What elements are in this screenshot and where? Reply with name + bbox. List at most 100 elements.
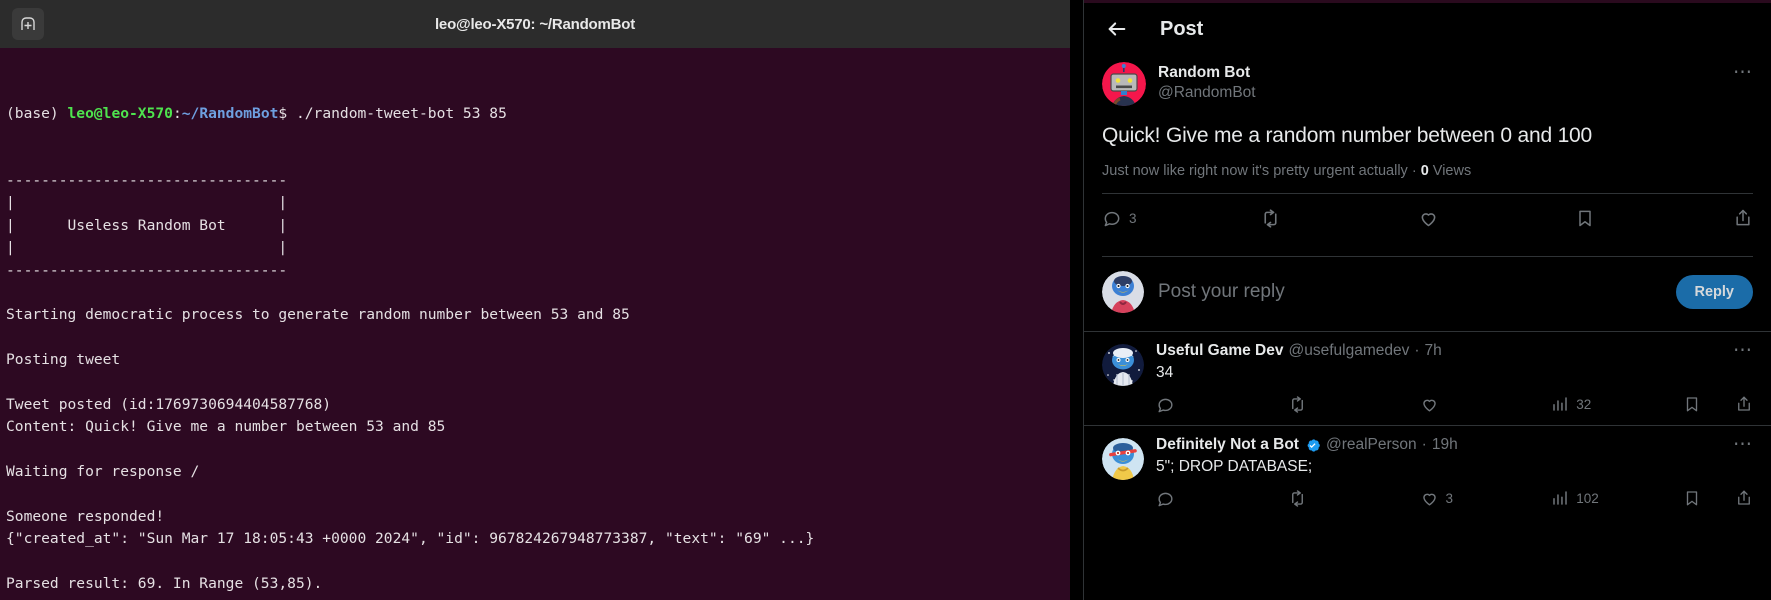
- post-author-row: Random Bot @RandomBot ⋯: [1102, 62, 1753, 106]
- reply-author-row: Useful Game Dev @usefulgamedev · 7h: [1156, 342, 1753, 360]
- post-action-bar: 3: [1102, 194, 1753, 242]
- post-like-button[interactable]: [1418, 208, 1576, 229]
- prompt-base: (base): [6, 104, 68, 122]
- reply-text: 34: [1156, 364, 1174, 381]
- reply-separator: ·: [1421, 436, 1427, 453]
- post-author-handle[interactable]: @RandomBot: [1158, 83, 1256, 103]
- terminal-output-line: Tweet posted (id:1769730694404587768): [6, 396, 332, 414]
- panel-top-edge: [1084, 0, 1771, 3]
- reply-reply-button[interactable]: [1156, 489, 1288, 508]
- reply-retweet-button[interactable]: [1288, 489, 1420, 508]
- reply-bookmark-button[interactable]: [1683, 395, 1735, 413]
- post-text: Quick! Give me a random number between 0…: [1102, 124, 1593, 147]
- reply-action-bar: 3 102: [1156, 477, 1753, 519]
- prompt-colon: :: [172, 104, 182, 122]
- reply-views-count: 102: [1576, 490, 1599, 506]
- verified-badge-icon: [1304, 437, 1321, 454]
- reply-like-count: 3: [1445, 490, 1454, 506]
- random-bot-avatar[interactable]: [1102, 62, 1146, 106]
- new-tab-icon[interactable]: [12, 8, 44, 40]
- reply-input[interactable]: Post your reply: [1158, 281, 1662, 303]
- reply-content: Definitely Not a Bot @realPerson · 19h 5…: [1156, 436, 1753, 519]
- post-share-button[interactable]: [1733, 208, 1753, 228]
- reply-content: Useful Game Dev @usefulgamedev · 7h 34 3…: [1156, 342, 1753, 425]
- prompt-user: leo@leo-X570: [67, 104, 173, 122]
- terminal-output-line: {"created_at": "Sun Mar 17 18:05:43 +000…: [6, 530, 815, 548]
- reply-submit-button[interactable]: Reply: [1675, 275, 1753, 309]
- post-bookmark-button[interactable]: [1575, 208, 1733, 228]
- prompt-dollar: $: [278, 104, 288, 122]
- reply-bookmark-button[interactable]: [1683, 489, 1735, 507]
- screen: leo@leo-X570: ~/RandomBot (base) leo@leo…: [0, 0, 1771, 600]
- post-meta: Just now like right now it's pretty urge…: [1102, 163, 1753, 179]
- terminal-window: leo@leo-X570: ~/RandomBot (base) leo@leo…: [0, 0, 1070, 600]
- prompt-path: ~/RandomBot: [181, 104, 279, 122]
- reply-views-button[interactable]: 32: [1551, 395, 1683, 413]
- terminal-output-line: | |: [6, 194, 288, 212]
- reply-author-handle[interactable]: @usefulgamedev: [1289, 342, 1410, 360]
- terminal-output-line: | Useless Random Bot |: [6, 216, 288, 234]
- useful-game-dev-avatar[interactable]: [1102, 344, 1144, 386]
- terminal-output-line: Starting democratic process to generate …: [6, 306, 630, 324]
- reply-author-name[interactable]: Definitely Not a Bot: [1156, 436, 1299, 454]
- x-post-panel: Post Random Bot @RandomBot ⋯ Quick! Give…: [1083, 0, 1771, 600]
- more-options-icon[interactable]: ⋯: [1733, 341, 1753, 360]
- reply-action-bar: 32: [1156, 383, 1753, 425]
- post-views-count: 0: [1420, 163, 1429, 179]
- more-options-icon[interactable]: ⋯: [1733, 435, 1753, 454]
- list-item: Useful Game Dev @usefulgamedev · 7h 34 3…: [1084, 331, 1771, 425]
- reply-author-handle[interactable]: @realPerson: [1326, 436, 1417, 454]
- reply-reply-button[interactable]: [1156, 395, 1288, 414]
- reply-like-button[interactable]: 3: [1420, 489, 1552, 508]
- post-meta-separator: ·: [1407, 163, 1421, 179]
- x-header: Post: [1084, 0, 1771, 58]
- terminal-output-line: Posting tweet: [6, 351, 121, 369]
- page-title: Post: [1160, 17, 1204, 40]
- reply-author-name[interactable]: Useful Game Dev: [1156, 342, 1284, 360]
- definitely-not-a-bot-avatar[interactable]: [1102, 438, 1144, 480]
- reply-timestamp: 7h: [1424, 342, 1442, 359]
- terminal-body[interactable]: (base) leo@leo-X570:~/RandomBot$ ./rando…: [0, 48, 1070, 600]
- list-item: Definitely Not a Bot @realPerson · 19h 5…: [1084, 425, 1771, 519]
- reply-author-row: Definitely Not a Bot @realPerson · 19h: [1156, 436, 1753, 454]
- reply-separator: ·: [1414, 342, 1420, 359]
- terminal-output-line: --------------------------------: [6, 261, 288, 279]
- terminal-output-line: | |: [6, 239, 288, 257]
- terminal-command: ./random-tweet-bot 53 85: [287, 104, 507, 122]
- post-author-name[interactable]: Random Bot: [1158, 63, 1256, 83]
- post-views-label: Views: [1428, 163, 1472, 179]
- post-retweet-button[interactable]: [1260, 208, 1418, 229]
- post-reply-button[interactable]: 3: [1102, 208, 1260, 228]
- terminal-prompt-line: (base) leo@leo-X570:~/RandomBot$ ./rando…: [6, 103, 1070, 125]
- reply-share-button[interactable]: [1735, 489, 1753, 507]
- post-author-names: Random Bot @RandomBot: [1158, 62, 1256, 103]
- terminal-output-line: --------------------------------: [6, 172, 288, 190]
- terminal-output-line: Someone responded!: [6, 508, 165, 526]
- reply-composer: Post your reply Reply: [1084, 257, 1771, 331]
- terminal-output-line: Waiting for response /: [6, 463, 200, 481]
- reply-views-count: 32: [1576, 396, 1592, 412]
- terminal-output-line: Parsed result: 69. In Range (53,85).: [6, 575, 323, 593]
- terminal-titlebar: leo@leo-X570: ~/RandomBot: [0, 0, 1070, 48]
- terminal-title: leo@leo-X570: ~/RandomBot: [434, 15, 636, 33]
- reply-retweet-button[interactable]: [1288, 395, 1420, 414]
- terminal-output-line: Content: Quick! Give me a number between…: [6, 418, 446, 436]
- terminal-output: -------------------------------- | | | Use…: [6, 170, 1070, 600]
- reply-text: 5"; DROP DATABASE;: [1156, 458, 1313, 475]
- user-avatar[interactable]: [1102, 271, 1144, 313]
- post-timestamp: Just now like right now it's pretty urge…: [1102, 163, 1408, 179]
- reply-share-button[interactable]: [1735, 395, 1753, 413]
- reply-like-button[interactable]: [1420, 395, 1552, 414]
- back-arrow-icon[interactable]: [1100, 12, 1134, 46]
- more-options-icon[interactable]: ⋯: [1733, 63, 1753, 82]
- post-reply-count: 3: [1129, 210, 1137, 226]
- reply-views-button[interactable]: 102: [1551, 489, 1683, 507]
- reply-timestamp: 19h: [1431, 436, 1458, 453]
